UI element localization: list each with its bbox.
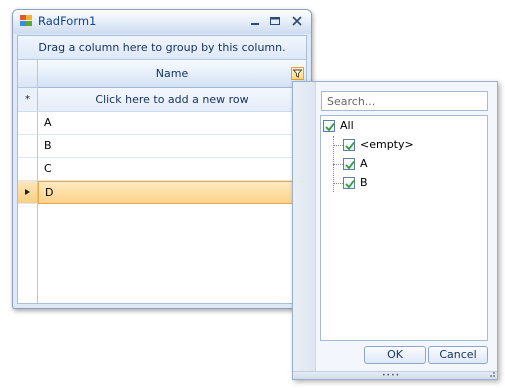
table-cell[interactable]: A [38,112,306,135]
table-cell[interactable]: D [38,181,306,204]
checkbox-checked-icon[interactable] [323,120,335,132]
checkbox-checked-icon[interactable] [343,158,355,170]
app-icon [20,15,33,27]
main-window: RadForm1 Drag a column here to group by … [12,9,312,309]
indicator-column-fill [18,204,38,303]
close-icon[interactable] [289,13,305,29]
tree-node-label: All [340,119,354,132]
table-cell[interactable]: C [38,158,306,181]
maximize-icon[interactable] [267,13,283,29]
column-header-label: Name [155,67,189,80]
filter-icon[interactable] [291,67,304,80]
search-input[interactable] [321,91,488,111]
ok-button[interactable]: OK [364,346,426,364]
table-row[interactable]: B [18,135,306,158]
popup-side-strip [293,82,316,371]
row-indicator [18,181,38,204]
data-grid: Drag a column here to group by this colu… [17,35,307,304]
new-row[interactable]: * Click here to add a new row [18,88,306,112]
row-indicator [18,158,38,181]
table-row[interactable]: A [18,112,306,135]
tree-connector [333,164,343,165]
grid-rows: A B C D [18,112,306,204]
column-header-name[interactable]: Name [38,60,306,88]
row-indicator [18,112,38,135]
new-row-text[interactable]: Click here to add a new row [38,88,306,112]
tree-connector [333,145,343,146]
cancel-button[interactable]: Cancel [428,346,488,364]
grid-header-row: Name [18,60,306,88]
window-title: RadForm1 [38,14,97,28]
row-indicator [18,135,38,158]
row-indicator-header [18,60,38,88]
tree-connector [333,183,343,184]
minimize-icon[interactable] [247,13,263,29]
popup-resize-grip[interactable]: •••• [293,371,497,379]
filter-tree: All <empty> A B [320,115,488,341]
grip-dots-icon: •••• [382,372,401,379]
group-panel[interactable]: Drag a column here to group by this colu… [18,36,306,60]
table-row-current[interactable]: D [18,181,306,204]
resize-corner-icon[interactable] [488,371,496,379]
new-row-indicator: * [18,88,38,112]
title-bar[interactable]: RadForm1 [13,10,311,34]
tree-node-label: A [360,157,368,170]
checkbox-checked-icon[interactable] [343,139,355,151]
tree-node-label: B [360,176,368,189]
tree-node-label: <empty> [360,138,414,151]
filter-popup: All <empty> A B OK Cancel •••• [292,81,498,380]
current-row-arrow-icon [25,189,30,195]
checkbox-checked-icon[interactable] [343,177,355,189]
table-row[interactable]: C [18,158,306,181]
table-cell[interactable]: B [38,135,306,158]
